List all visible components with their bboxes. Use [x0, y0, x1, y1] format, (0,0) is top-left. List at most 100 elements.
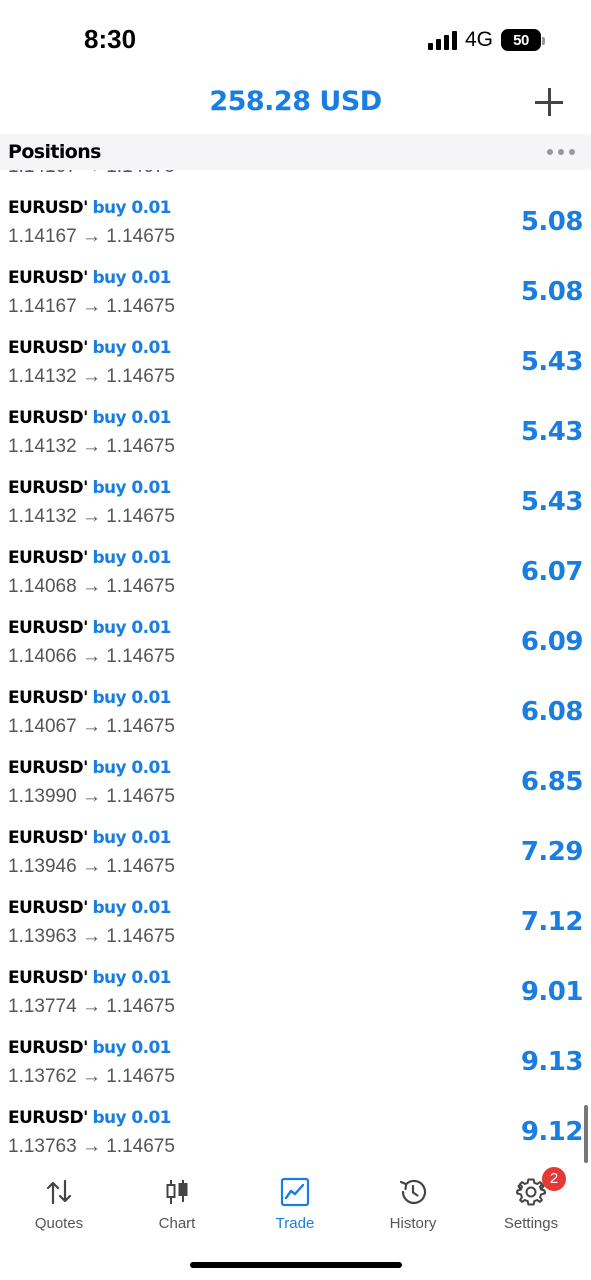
- trade-icon: [280, 1177, 310, 1207]
- positions-header: Positions: [0, 134, 591, 170]
- position-symbol: EURUSD': [8, 478, 88, 498]
- position-prices: 1.14167 → 1.14675: [8, 296, 175, 317]
- position-profit: 5.43: [520, 347, 584, 377]
- tab-label: Settings: [503, 1215, 559, 1232]
- notification-badge: 2: [542, 1167, 566, 1191]
- position-symbol: EURUSD': [8, 618, 88, 638]
- position-prices: 1.13763 → 1.14675: [8, 1136, 175, 1157]
- position-row[interactable]: EURUSD' buy 0.01 1.13762 → 1.14675 9.13: [0, 1038, 591, 1108]
- new-order-button[interactable]: [533, 86, 565, 118]
- position-title: EURUSD' buy 0.01: [8, 618, 172, 638]
- position-side: buy 0.01: [92, 968, 171, 988]
- tab-bar: Quotes Chart Trade History 2 Settings: [0, 1165, 591, 1280]
- tab-label: History: [389, 1215, 437, 1232]
- account-balance: 258.28 USD: [209, 86, 382, 117]
- position-side: buy 0.01: [92, 548, 171, 568]
- home-indicator[interactable]: [190, 1262, 402, 1268]
- position-profit: 6.85: [520, 767, 584, 797]
- position-prices: 1.13774 → 1.14675: [8, 996, 175, 1017]
- more-icon[interactable]: [547, 149, 575, 155]
- position-profit: 6.09: [520, 627, 584, 657]
- position-profit: 6.07: [520, 557, 584, 587]
- position-symbol: EURUSD': [8, 548, 88, 568]
- position-side: buy 0.01: [92, 1038, 171, 1058]
- position-title: EURUSD' buy 0.01: [8, 198, 172, 218]
- tab-label: Chart: [158, 1215, 196, 1232]
- scrollbar[interactable]: [584, 1105, 588, 1163]
- position-symbol: EURUSD': [8, 198, 88, 218]
- position-profit: 9.13: [520, 1047, 584, 1077]
- position-row[interactable]: EURUSD' buy 0.01 1.14167 → 1.14675 5.08: [0, 268, 591, 338]
- status-indicators: 4G 50: [427, 28, 545, 52]
- tab-quotes[interactable]: Quotes: [0, 1173, 118, 1233]
- tab-label: Trade: [275, 1215, 315, 1232]
- tab-label: Quotes: [34, 1215, 84, 1232]
- positions-list[interactable]: 1.14167 → 1.14675 EURUSD' buy 0.01 1.1416…: [0, 170, 591, 1165]
- position-prices: 1.14132 → 1.14675: [8, 506, 175, 527]
- position-side: buy 0.01: [92, 338, 171, 358]
- position-symbol: EURUSD': [8, 758, 88, 778]
- position-prices: 1.14066 → 1.14675: [8, 646, 175, 667]
- position-symbol: EURUSD': [8, 1038, 88, 1058]
- tab-history[interactable]: History: [354, 1173, 472, 1233]
- position-profit: 7.29: [520, 837, 584, 867]
- position-row[interactable]: EURUSD' buy 0.01 1.14132 → 1.14675 5.43: [0, 478, 591, 548]
- position-title: EURUSD' buy 0.01: [8, 968, 172, 988]
- position-side: buy 0.01: [92, 688, 171, 708]
- position-row[interactable]: EURUSD' buy 0.01 1.13774 → 1.14675 9.01: [0, 968, 591, 1038]
- position-prices: 1.14067 → 1.14675: [8, 716, 175, 737]
- position-row[interactable]: EURUSD' buy 0.01 1.14167 → 1.14675 5.08: [0, 198, 591, 268]
- tab-settings[interactable]: 2 Settings: [472, 1167, 590, 1233]
- position-symbol: EURUSD': [8, 268, 88, 288]
- quotes-icon: [46, 1179, 72, 1205]
- tab-trade[interactable]: Trade: [236, 1173, 354, 1233]
- chart-icon: [166, 1180, 188, 1204]
- status-time: 8:30: [84, 24, 137, 54]
- position-symbol: EURUSD': [8, 828, 88, 848]
- position-row[interactable]: EURUSD' buy 0.01 1.14132 → 1.14675 5.43: [0, 408, 591, 478]
- position-symbol: EURUSD': [8, 898, 88, 918]
- network-type: 4G: [464, 28, 493, 51]
- position-row[interactable]: EURUSD' buy 0.01 1.13946 → 1.14675 7.29: [0, 828, 591, 898]
- position-title: EURUSD' buy 0.01: [8, 758, 172, 778]
- position-side: buy 0.01: [92, 1108, 171, 1128]
- battery-level: 50: [513, 31, 529, 49]
- position-profit: 5.08: [520, 207, 584, 237]
- position-row[interactable]: EURUSD' buy 0.01 1.13990 → 1.14675 6.85: [0, 758, 591, 828]
- position-symbol: EURUSD': [8, 408, 88, 428]
- position-row[interactable]: EURUSD' buy 0.01 1.13963 → 1.14675 7.12: [0, 898, 591, 968]
- position-prices: 1.14132 → 1.14675: [8, 436, 175, 457]
- position-prices: 1.13762 → 1.14675: [8, 1066, 175, 1087]
- position-prices: 1.14068 → 1.14675: [8, 576, 175, 597]
- position-title: EURUSD' buy 0.01: [8, 898, 172, 918]
- position-title: EURUSD' buy 0.01: [8, 688, 172, 708]
- position-side: buy 0.01: [92, 268, 171, 288]
- position-profit: 7.12: [520, 907, 584, 937]
- position-title: EURUSD' buy 0.01: [8, 1108, 172, 1128]
- position-symbol: EURUSD': [8, 688, 88, 708]
- position-symbol: EURUSD': [8, 968, 88, 988]
- battery-icon: 50: [501, 29, 545, 51]
- position-side: buy 0.01: [92, 828, 171, 848]
- position-side: buy 0.01: [92, 408, 171, 428]
- position-title: EURUSD' buy 0.01: [8, 338, 172, 358]
- position-row[interactable]: EURUSD' buy 0.01 1.14067 → 1.14675 6.08: [0, 688, 591, 758]
- position-side: buy 0.01: [92, 198, 171, 218]
- tab-chart[interactable]: Chart: [118, 1173, 236, 1233]
- status-bar: 8:30 4G 50: [0, 0, 591, 80]
- position-row[interactable]: EURUSD' buy 0.01 1.14066 → 1.14675 6.09: [0, 618, 591, 688]
- position-profit: 9.12: [520, 1117, 584, 1147]
- position-side: buy 0.01: [92, 898, 171, 918]
- position-title: EURUSD' buy 0.01: [8, 828, 172, 848]
- position-row[interactable]: EURUSD' buy 0.01 1.13763 → 1.14675 9.12: [0, 1108, 591, 1165]
- position-row[interactable]: EURUSD' buy 0.01 1.14068 → 1.14675 6.07: [0, 548, 591, 618]
- position-profit: 5.43: [520, 487, 584, 517]
- section-title: Positions: [8, 141, 101, 163]
- position-title: EURUSD' buy 0.01: [8, 1038, 172, 1058]
- position-prices: 1.13946 → 1.14675: [8, 856, 175, 877]
- position-side: buy 0.01: [92, 478, 171, 498]
- position-title: EURUSD' buy 0.01: [8, 268, 172, 288]
- position-title: EURUSD' buy 0.01: [8, 408, 172, 428]
- position-prices: 1.13990 → 1.14675: [8, 786, 175, 807]
- position-row[interactable]: EURUSD' buy 0.01 1.14132 → 1.14675 5.43: [0, 338, 591, 408]
